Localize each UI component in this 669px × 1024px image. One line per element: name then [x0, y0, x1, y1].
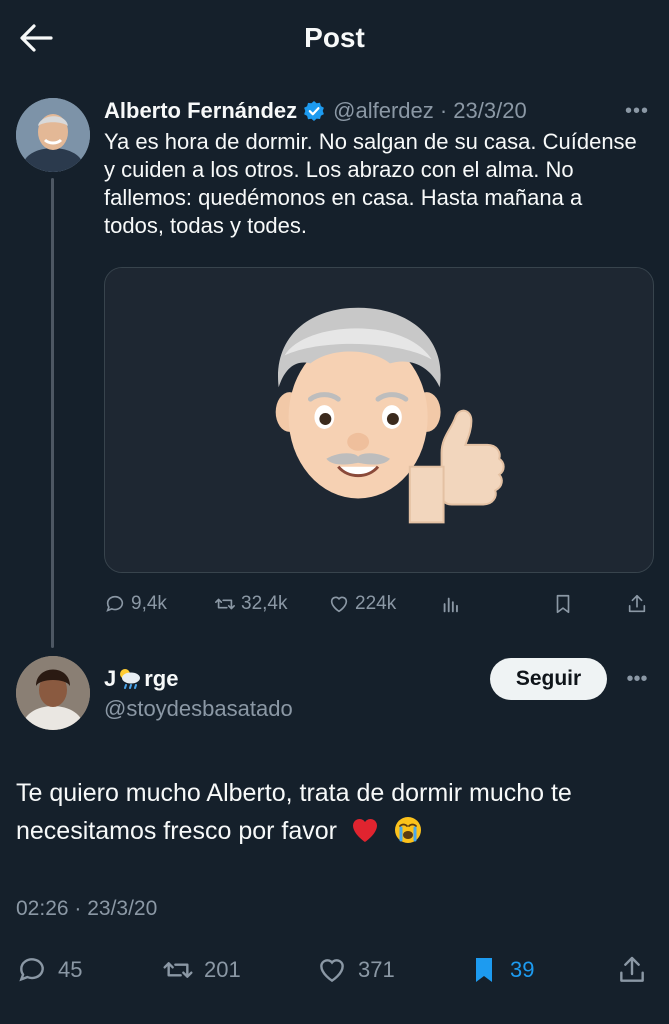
like-count: 371	[358, 957, 395, 982]
like-count: 224k	[355, 593, 397, 614]
page-title: Post	[304, 22, 365, 53]
thread-connector-line	[51, 178, 54, 648]
more-icon[interactable]: •••	[620, 96, 654, 126]
reply-text: Te quiero mucho Alberto, trata de dormir…	[16, 779, 572, 845]
retweet-button[interactable]: 32,4k	[214, 588, 287, 620]
bookmark-button[interactable]	[552, 588, 579, 620]
share-icon	[620, 956, 644, 982]
timestamp[interactable]: 02:26 · 23/3/20	[16, 897, 157, 921]
reply-text-container: Te quiero mucho Alberto, trata de dormir…	[16, 774, 646, 850]
crying-emoji	[393, 815, 423, 845]
retweet-count: 201	[204, 957, 241, 982]
retweet-button[interactable]: 201	[162, 950, 241, 990]
author-handle: @alferdez · 23/3/20	[333, 98, 527, 123]
tweet-text: Ya es hora de dormir. No salgan de su ca…	[104, 129, 637, 238]
share-button[interactable]	[626, 588, 653, 620]
top-bar: Post	[0, 0, 669, 78]
retweet-icon	[163, 962, 193, 978]
reply-author-name[interactable]: J rge	[104, 664, 179, 694]
reply-count: 45	[58, 957, 83, 982]
avatar[interactable]	[16, 656, 90, 730]
follow-button[interactable]: Seguir	[490, 658, 607, 700]
reply-button[interactable]: 45	[16, 950, 82, 990]
verified-badge-icon	[303, 100, 325, 122]
tweet-header: Alberto Fernández @alferdez · 23/3/20	[104, 96, 527, 126]
share-button[interactable]	[616, 950, 658, 990]
avatar[interactable]	[16, 98, 90, 172]
like-icon	[330, 596, 348, 613]
like-button[interactable]: 224k	[328, 588, 396, 620]
retweet-icon	[215, 598, 235, 610]
tweet-media-memoji[interactable]	[104, 267, 654, 573]
heart-emoji	[350, 815, 380, 845]
reply-icon	[19, 958, 44, 982]
like-icon	[320, 959, 344, 983]
author-name[interactable]: Alberto Fernández	[104, 98, 297, 124]
retweet-count: 32,4k	[241, 593, 288, 614]
views-icon	[443, 597, 458, 613]
like-button[interactable]: 371	[316, 950, 395, 990]
reply-icon	[106, 595, 124, 612]
views-button[interactable]	[440, 588, 467, 620]
more-icon[interactable]: •••	[620, 664, 654, 694]
cloud-rain-emoji	[117, 666, 143, 692]
reply-button[interactable]: 9,4k	[104, 588, 167, 620]
share-icon	[628, 594, 646, 613]
bookmark-button[interactable]: 39	[468, 950, 534, 990]
tweet-actions: 9,4k 32,4k 224k	[104, 588, 654, 620]
reply-author-handle: @stoydesbasatado	[104, 696, 293, 721]
bookmark-count: 39	[510, 957, 535, 982]
reply-actions: 45 201 371 39	[16, 950, 656, 990]
bookmark-icon	[556, 594, 570, 614]
bookmark-icon	[476, 958, 492, 982]
reply-count: 9,4k	[131, 593, 167, 614]
